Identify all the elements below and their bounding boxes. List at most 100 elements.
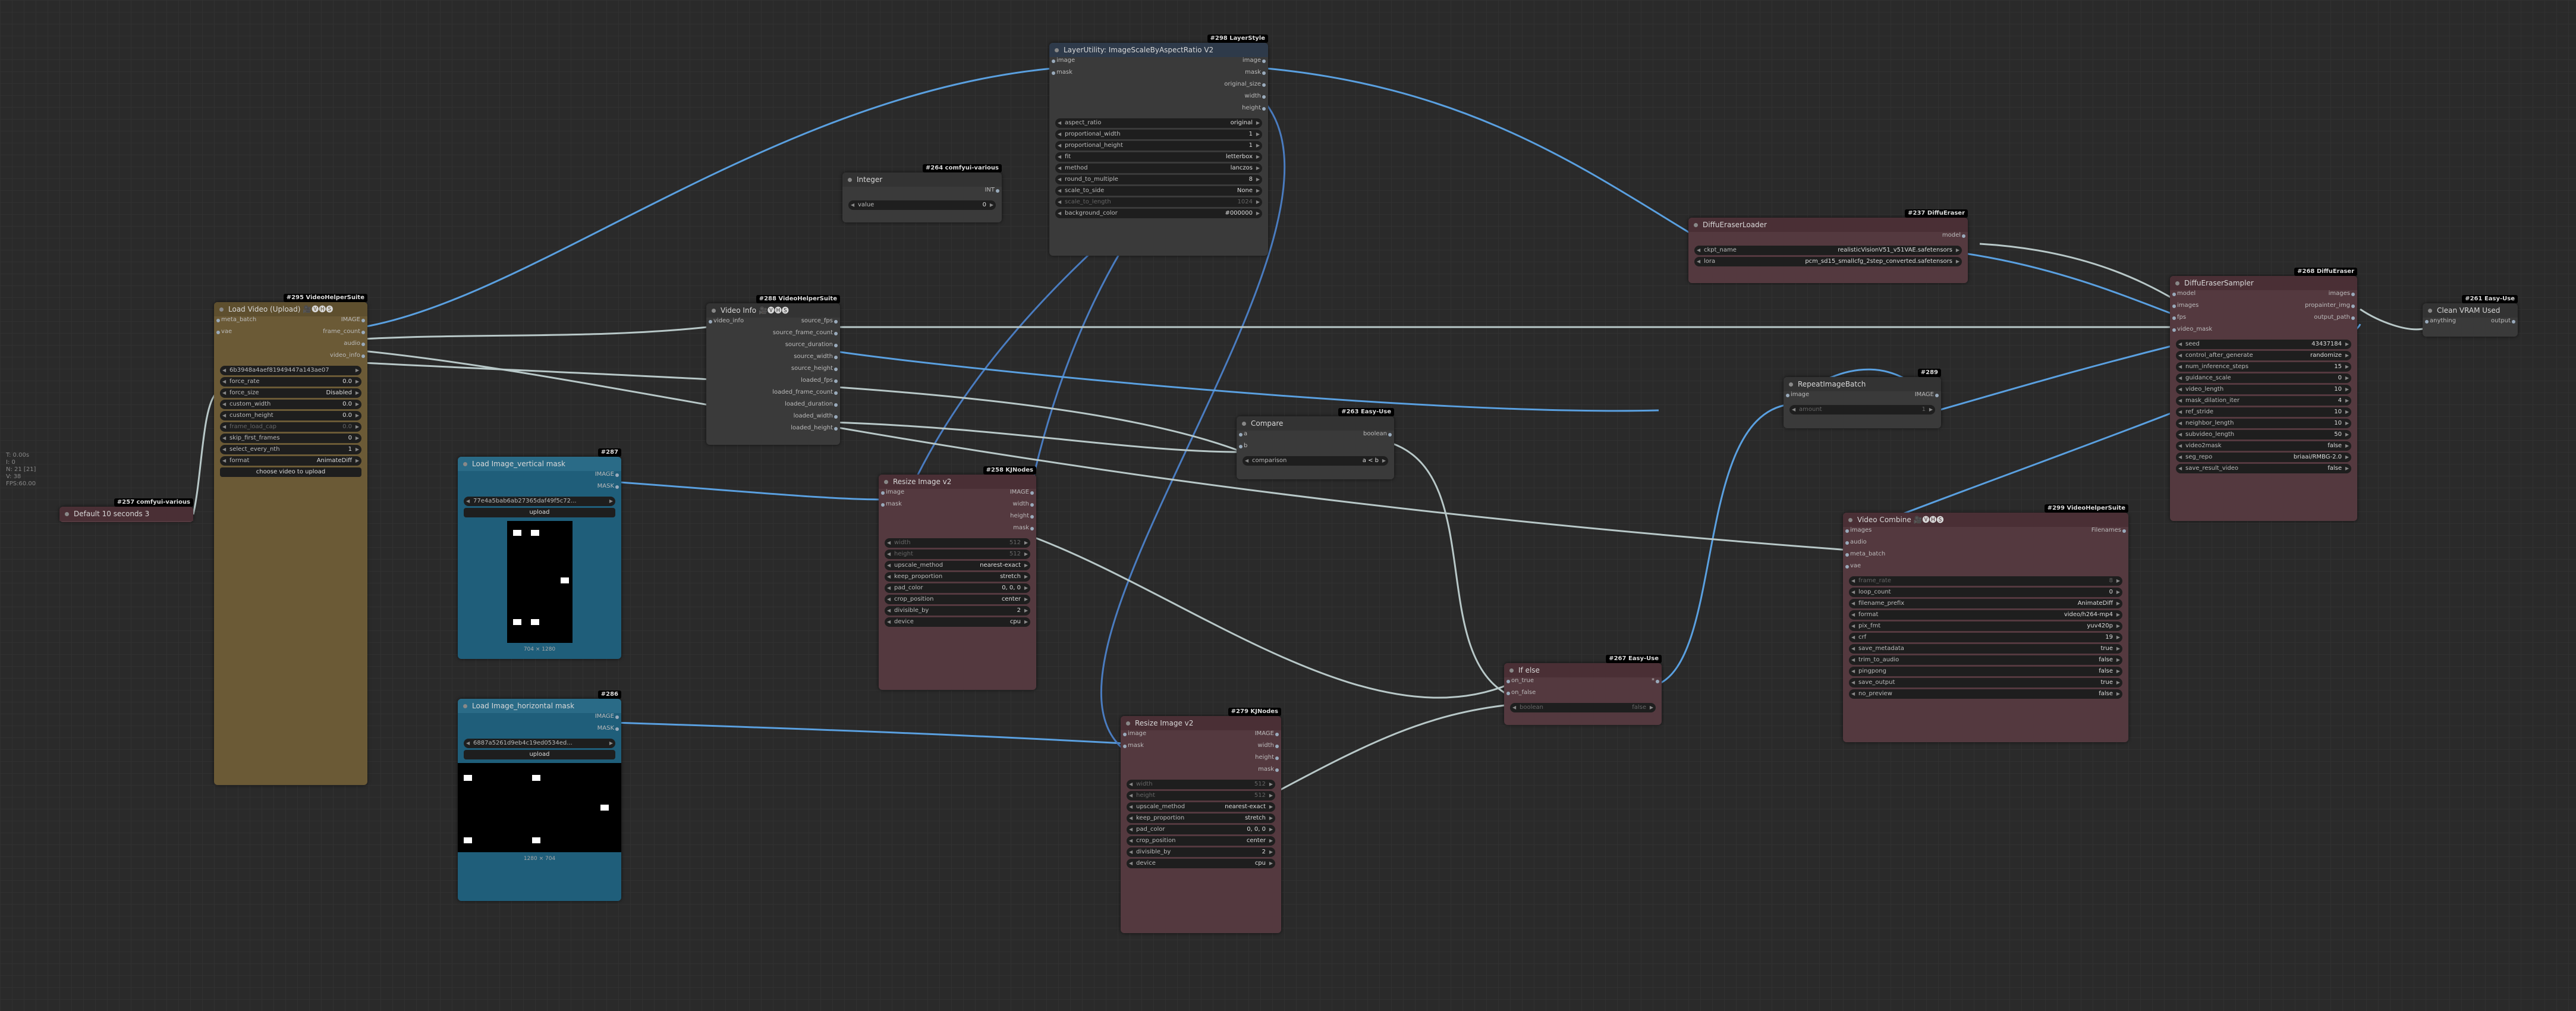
input-slot[interactable]: mask (881, 501, 902, 507)
output-slot[interactable]: output (2491, 318, 2515, 324)
widget[interactable]: select_every_nth 1 (220, 445, 361, 454)
node-load-horizontal-mask[interactable]: #286 Load Image_horizontal mask IMAGE MA… (458, 690, 621, 901)
node-compare[interactable]: #263 Easy-Use Compare a boolean b compari… (1237, 408, 1394, 479)
input-slot[interactable]: mask (1052, 69, 1072, 76)
output-slot[interactable]: loaded_height (791, 425, 838, 431)
output-slot[interactable]: source_width (794, 353, 838, 360)
output-slot[interactable]: height (1242, 105, 1266, 111)
node-title[interactable]: Video Info 🎥🅥🅗🅢 (706, 303, 840, 318)
input-slot[interactable]: b (1238, 442, 1247, 449)
node-title[interactable]: Integer (842, 172, 1002, 187)
node-diffueraser-loader[interactable]: #237 DiffuEraser DiffuEraserLoader model… (1688, 209, 1968, 283)
widget[interactable]: round_to_multiple 8 (1055, 175, 1262, 184)
widget[interactable]: no_preview false (1849, 689, 2122, 699)
widget[interactable]: custom_width 0.0 (220, 400, 361, 409)
output-slot[interactable]: source_frame_count (773, 329, 838, 336)
output-slot[interactable]: IMAGE (595, 471, 619, 478)
image-file-select[interactable]: 77e4a5bab6ab27365daf49f5c72... (464, 497, 615, 506)
node-integer[interactable]: #264 comfyui-various Integer INT value 0 (842, 164, 1002, 222)
widget[interactable]: aspect_ratio original (1055, 118, 1262, 128)
output-slot[interactable]: image (1243, 57, 1266, 64)
node-resize-image-258[interactable]: #258 KJNodes Resize Image v2 image IMAGE … (879, 466, 1036, 690)
node-title[interactable]: Video Combine 🎥🅥🅗🅢 (1843, 513, 2128, 527)
node-default-text[interactable]: #257 comfyui-various Default 10 seconds … (59, 498, 193, 522)
output-slot[interactable]: IMAGE (595, 713, 619, 720)
widget[interactable]: guidance_scale 0 (2176, 373, 2351, 383)
widget[interactable]: proportional_height 1 (1055, 141, 1262, 150)
widget[interactable]: scale_to_length 1024 (1055, 197, 1262, 207)
output-slot[interactable]: width (1012, 501, 1034, 507)
input-slot[interactable]: vae (1845, 563, 1861, 569)
widget[interactable]: video2mask false (2176, 441, 2351, 451)
widget[interactable]: width 512 (885, 538, 1030, 548)
widget[interactable]: frame_load_cap 0.0 (220, 422, 361, 432)
widget[interactable]: method lanczos (1055, 164, 1262, 173)
input-slot[interactable]: images (1845, 527, 1872, 533)
input-slot[interactable]: model (2172, 290, 2196, 297)
widget[interactable]: scale_to_side None (1055, 186, 1262, 196)
output-slot[interactable]: mask (1013, 525, 1034, 531)
input-slot[interactable]: video_mask (2172, 326, 2212, 332)
widget[interactable]: ckpt_name realisticVisionV51_v51VAE.safet… (1694, 246, 1962, 255)
widget[interactable]: height 512 (1127, 791, 1275, 800)
widget[interactable]: device cpu (885, 617, 1030, 627)
widget[interactable]: fit letterbox (1055, 152, 1262, 162)
input-slot[interactable]: anything (2424, 318, 2456, 324)
widget[interactable]: neighbor_length 10 (2176, 419, 2351, 428)
input-slot[interactable]: image (1122, 730, 1146, 737)
output-slot[interactable]: audio (344, 340, 365, 347)
widget[interactable]: subvideo_length 50 (2176, 430, 2351, 439)
output-slot[interactable]: source_height (791, 365, 838, 372)
widget[interactable]: frame_rate 8 (1849, 576, 2122, 586)
input-slot[interactable]: images (2172, 302, 2198, 309)
widget[interactable]: seed 43437184 (2176, 340, 2351, 349)
output-slot[interactable]: frame_count (323, 328, 365, 335)
widget[interactable]: custom_height 0.0 (220, 411, 361, 420)
widget[interactable]: pingpong false (1849, 667, 2122, 676)
input-slot[interactable]: image (1785, 391, 1809, 398)
widget[interactable]: keep_proportion stretch (1127, 814, 1275, 823)
widget[interactable]: crop_position center (885, 595, 1030, 604)
node-title[interactable]: DiffuEraserSampler (2170, 276, 2357, 290)
widget[interactable]: force_rate 0.0 (220, 377, 361, 387)
output-slot[interactable]: images (2329, 290, 2355, 297)
widget[interactable]: format video/h264-mp4 (1849, 610, 2122, 620)
node-title[interactable]: Default 10 seconds 3 (59, 507, 193, 521)
upload-button[interactable]: upload (464, 508, 615, 517)
widget[interactable]: keep_proportion stretch (885, 572, 1030, 582)
widget[interactable]: divisible_by 2 (885, 606, 1030, 616)
node-title[interactable]: Resize Image v2 (1121, 716, 1281, 730)
input-slot[interactable]: image (880, 489, 904, 495)
widget[interactable]: divisible_by 2 (1127, 847, 1275, 857)
node-title[interactable]: Compare (1237, 416, 1394, 431)
node-repeat-image-batch[interactable]: #289 RepeatImageBatch image IMAGE amount 1 (1784, 369, 1941, 428)
output-slot[interactable]: height (1010, 513, 1034, 519)
node-if-else[interactable]: #267 Easy-Use If else on_true * on_false … (1504, 655, 1662, 725)
output-slot[interactable]: source_duration (785, 341, 838, 348)
input-slot[interactable]: mask (1123, 742, 1144, 749)
input-slot[interactable]: on_true (1506, 677, 1534, 684)
output-slot[interactable]: IMAGE (1255, 730, 1279, 737)
output-slot[interactable]: width (1244, 93, 1266, 99)
output-slot[interactable]: Filenames (2091, 527, 2127, 533)
image-file-select[interactable]: 6887a5261d9eb4c19ed0534ed... (464, 739, 615, 748)
output-slot[interactable]: loaded_width (794, 413, 838, 419)
input-slot[interactable]: meta_batch (1845, 551, 1885, 557)
output-slot[interactable]: video_info (330, 352, 366, 359)
widget[interactable]: force_size Disabled (220, 388, 361, 398)
upload-video-button[interactable]: choose video to upload (220, 467, 361, 477)
input-slot[interactable]: a (1238, 431, 1247, 437)
widget[interactable]: crop_position center (1127, 836, 1275, 846)
widget[interactable]: lora pcm_sd15_smallcfg_2step_converted.sa… (1694, 257, 1962, 266)
output-slot[interactable]: model (1942, 232, 1966, 238)
input-slot[interactable]: image (1051, 57, 1075, 64)
input-slot[interactable]: fps (2172, 314, 2186, 321)
widget[interactable]: skip_first_frames 0 (220, 434, 361, 443)
output-slot[interactable]: MASK (597, 725, 619, 731)
node-title[interactable]: LayerUtility: ImageScaleByAspectRatio V2 (1049, 43, 1268, 57)
widget[interactable]: upscale_method nearest-exact (1127, 802, 1275, 812)
widget[interactable]: trim_to_audio false (1849, 655, 2122, 665)
widget[interactable]: save_result_video false (2176, 464, 2351, 473)
widget[interactable]: loop_count 0 (1849, 588, 2122, 597)
node-title[interactable]: Resize Image v2 (879, 475, 1036, 489)
